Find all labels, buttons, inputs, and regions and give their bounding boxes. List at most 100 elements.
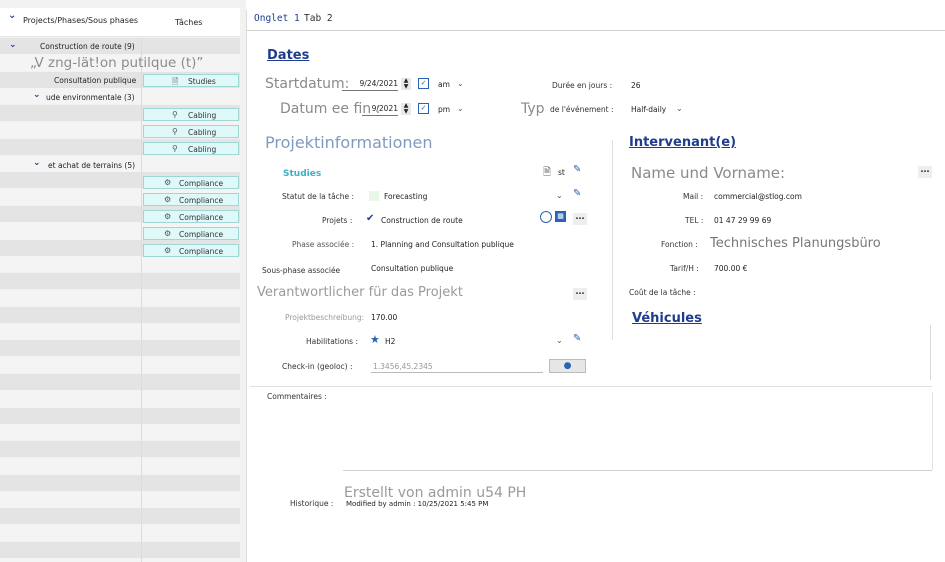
end-date-spinner[interactable]: ▲ ▼ <box>401 103 411 115</box>
more-options-button[interactable]: … <box>573 288 587 300</box>
tel-value: 01 47 29 99 69 <box>714 216 772 225</box>
expand-phase-chevron-icon[interactable]: ⌄ <box>33 90 41 100</box>
history-value: Modified by admin : 10/25/2021 5:45 PM <box>346 500 489 508</box>
tree-row <box>0 374 240 390</box>
calendar-grid-icon[interactable]: ▦ <box>555 211 566 222</box>
more-options-button[interactable]: … <box>573 213 587 225</box>
panel-divider <box>246 10 247 562</box>
task-chip-cabling[interactable]: ⚲ Cabling <box>143 142 239 155</box>
chevron-down-icon[interactable]: ⌄ <box>556 191 563 200</box>
tree-row <box>0 273 240 290</box>
comments-top-border <box>250 386 932 387</box>
plug-icon: ⚲ <box>172 127 178 136</box>
subphase-label: Sous-phase associée <box>262 266 341 275</box>
subphase-value: Consultation publique <box>371 264 454 273</box>
task-chip-cabling[interactable]: ⚲ Cabling <box>143 108 239 121</box>
scroll-track[interactable] <box>930 325 931 380</box>
task-chip-compliance[interactable]: ⚙ Compliance <box>143 210 239 223</box>
projects-value[interactable]: Construction de route <box>381 216 463 225</box>
history-overlay: Erstellt von admin u54 PH <box>344 485 527 501</box>
chevron-down-icon[interactable]: ⌄ <box>457 79 464 88</box>
status-select[interactable]: Forecasting <box>384 192 427 201</box>
task-chip-cabling[interactable]: ⚲ Cabling <box>143 125 239 138</box>
event-type-select[interactable]: Half-daily <box>631 105 666 114</box>
project-tree-panel: ⌄ Projects/Phases/Sous phases Tâches ⌄ C… <box>0 0 246 562</box>
event-type-label-big: Typ <box>521 101 545 117</box>
checkin-value: 1.3456,45.2345 <box>373 362 433 371</box>
gears-icon: ⚙ <box>164 229 172 238</box>
geolocation-pin-button[interactable]: ● <box>549 359 586 373</box>
project-info-title: Projektinformationen <box>265 133 433 152</box>
tree-project[interactable]: Construction de route (9) <box>40 42 135 51</box>
task-chip-compliance[interactable]: ⚙ Compliance <box>143 244 239 257</box>
tree-phase-1[interactable]: „V zng-lät!on putilque (t)” <box>30 55 203 71</box>
more-options-button[interactable]: … <box>918 166 932 178</box>
collapse-all-chevron-icon[interactable]: ⌄ <box>8 10 16 21</box>
vehicules-title: Véhicules <box>632 311 702 326</box>
comments-textarea[interactable] <box>343 392 932 471</box>
chevron-down-icon[interactable]: ⌄ <box>457 104 464 113</box>
start-date-value: 9/24/2021 <box>359 79 398 88</box>
mail-value: commercial@stlog.com <box>714 192 802 201</box>
fonction-label: Fonction : <box>661 240 698 249</box>
task-chip-studies[interactable]: 🗎 Studies <box>143 74 239 87</box>
chevron-down-icon[interactable]: ⌄ <box>556 336 563 345</box>
projects-label: Projets : <box>322 216 353 225</box>
description-value: 170.00 <box>371 313 398 322</box>
task-chip-compliance[interactable]: ⚙ Compliance <box>143 227 239 240</box>
comments-scrollbar[interactable] <box>932 392 933 470</box>
task-chip-label: Compliance <box>179 179 224 188</box>
tree-row <box>0 474 240 491</box>
tarif-label: Tarif/H : <box>670 264 699 273</box>
checkin-label: Check-in (geoloc) : <box>282 362 353 371</box>
tab-2[interactable]: Tab 2 <box>304 13 333 24</box>
calendar-icon[interactable]: ✓ <box>418 103 429 114</box>
start-date-label: Startdatum: <box>265 76 350 92</box>
expand-phase-chevron-icon[interactable]: ⌄ <box>33 158 41 168</box>
tarif-value: 700.00 € <box>714 264 748 273</box>
gears-icon: ⚙ <box>164 246 172 255</box>
calendar-icon[interactable]: ✓ <box>418 78 429 89</box>
gears-icon: ⚙ <box>164 195 172 204</box>
expand-project-chevron-icon[interactable]: ⌄ <box>9 40 17 50</box>
edit-pencil-icon[interactable]: ✎ <box>573 164 581 175</box>
tree-header-projects[interactable]: Projects/Phases/Sous phases <box>23 16 138 25</box>
task-chip-compliance[interactable]: ⚙ Compliance <box>143 176 239 189</box>
tab-bar: Onglet 1 Tab 2 <box>246 10 945 31</box>
tree-header-tasks[interactable]: Tâches <box>175 18 202 27</box>
chevron-down-icon[interactable]: ⌄ <box>676 104 683 113</box>
history-label: Historique : <box>290 499 334 508</box>
tree-row <box>0 323 240 340</box>
tree-phase-3[interactable]: et achat de terrains (5) <box>48 161 135 170</box>
clock-icon[interactable] <box>540 211 552 223</box>
section-divider <box>612 140 613 340</box>
start-date-spinner[interactable]: ▲ ▼ <box>401 78 411 90</box>
task-chip-label: Compliance <box>179 196 224 205</box>
fonction-value: Technisches Planungsbüro <box>710 236 881 251</box>
start-ampm[interactable]: am <box>438 80 450 89</box>
tree-phase-2[interactable]: ude environmentale (3) <box>46 93 135 102</box>
gears-icon: ⚙ <box>164 212 172 221</box>
tab-onglet-1[interactable]: Onglet 1 <box>254 13 300 24</box>
gears-icon: ⚙ <box>164 178 172 187</box>
tree-column-divider <box>141 38 142 562</box>
habilitations-value[interactable]: H2 <box>385 337 395 346</box>
phase-value: 1. Planning and Consultation publique <box>371 240 514 249</box>
duration-label: Durée en jours : <box>552 81 613 90</box>
task-chip-label: Compliance <box>179 230 224 239</box>
description-label: Projektbeschreibung: <box>285 313 365 322</box>
name-label: Name und Vorname: <box>631 164 786 182</box>
task-chip-compliance[interactable]: ⚙ Compliance <box>143 193 239 206</box>
tree-subphase[interactable]: Consultation publique <box>54 76 136 85</box>
st-label: st <box>558 168 565 177</box>
end-date-input[interactable]: 9/2021 <box>362 103 398 116</box>
tree-row <box>0 357 240 374</box>
start-date-input[interactable]: 9/24/2021 <box>342 78 398 91</box>
checkmark-icon: ✔ <box>366 213 375 224</box>
dates-title: Dates <box>267 48 310 63</box>
habilitations-label: Habilitations : <box>306 337 358 346</box>
edit-pencil-icon[interactable]: ✎ <box>573 188 581 199</box>
edit-pencil-icon[interactable]: ✎ <box>573 333 581 344</box>
end-ampm[interactable]: pm <box>438 105 450 114</box>
checkin-input[interactable]: 1.3456,45.2345 <box>371 360 543 373</box>
